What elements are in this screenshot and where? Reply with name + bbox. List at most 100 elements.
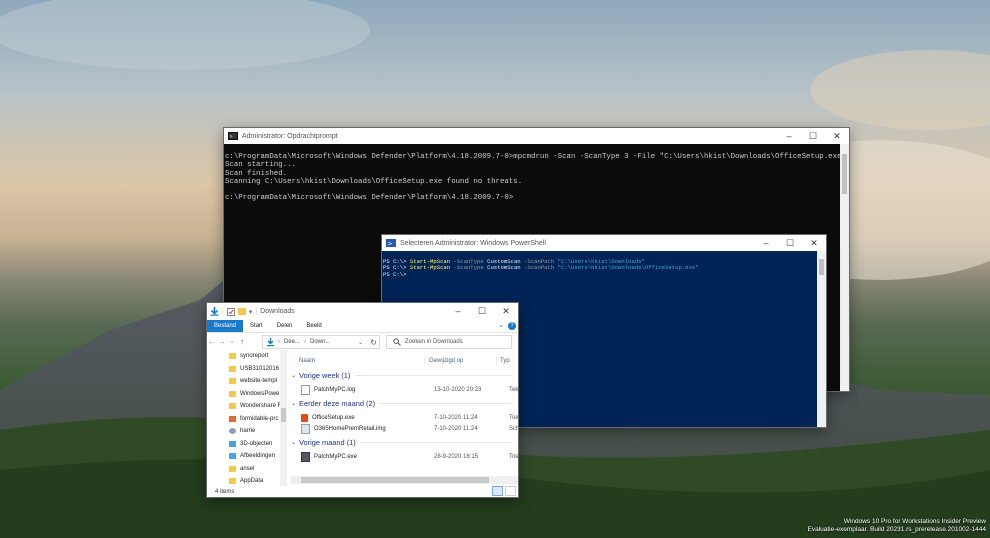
nav-item[interactable]: USB31012016: [207, 363, 287, 376]
file-row[interactable]: PatchMyPC.log 13-10-2020 20:23 Teks: [301, 384, 518, 395]
close-icon[interactable]: ✕: [802, 235, 826, 251]
svg-text:>: >: [388, 240, 393, 247]
properties-icon[interactable]: [226, 307, 235, 316]
nav-item[interactable]: WindowsPowe: [207, 388, 287, 401]
nav-item[interactable]: 3D-objecten: [207, 438, 287, 451]
breadcrumb-segment[interactable]: Down...: [310, 339, 330, 345]
refresh-icon[interactable]: ↻: [370, 338, 377, 347]
cmd-line: c:\ProgramData\Microsoft\Windows Defende…: [225, 194, 514, 203]
nav-item-label: harrie: [240, 428, 256, 435]
user-icon: [229, 428, 236, 435]
file-name: O365HomePremRetail.img: [314, 425, 386, 432]
up-icon[interactable]: ↑: [237, 337, 247, 346]
file-type: Toe: [509, 453, 518, 460]
cmd-scrollbar[interactable]: [840, 144, 849, 391]
column-type[interactable]: Typ: [496, 358, 510, 364]
ps-line: PS C:\>: [383, 270, 407, 278]
nav-item-label: synoreport: [240, 353, 269, 360]
navigation-pane[interactable]: synoreport USB31012016 website-templ Window…: [207, 350, 287, 486]
tab-beeld[interactable]: Beeld: [299, 320, 328, 332]
tab-start[interactable]: Start: [243, 320, 270, 332]
folder-icon: [229, 365, 236, 372]
back-icon[interactable]: ←: [207, 337, 217, 346]
nav-scrollbar[interactable]: [280, 350, 287, 486]
close-icon[interactable]: ✕: [825, 128, 849, 144]
tab-delen[interactable]: Delen: [270, 320, 300, 332]
nav-item[interactable]: ansel: [207, 463, 287, 476]
address-bar[interactable]: › Dee... › Down... ⌄ ↻: [262, 335, 380, 349]
forward-icon[interactable]: →: [217, 337, 227, 346]
nav-item[interactable]: Afbeeldingen: [207, 450, 287, 463]
nav-item[interactable]: AppData: [207, 475, 287, 486]
disc-image-icon: [301, 423, 310, 434]
pictures-icon: [229, 453, 236, 460]
powershell-icon: >: [386, 239, 396, 247]
large-icons-view-icon[interactable]: [505, 486, 516, 496]
office-icon: [301, 413, 308, 422]
file-list[interactable]: Naam Gewijzigd op Typ ⌄ Vorige week (1) Pa…: [291, 350, 518, 487]
file-type: Toe: [509, 414, 518, 421]
minimize-icon[interactable]: –: [777, 128, 801, 144]
column-modified[interactable]: Gewijzigd op: [424, 358, 463, 364]
breadcrumb-segment[interactable]: Dee...: [284, 339, 300, 345]
file-row[interactable]: OfficeSetup.exe 7-10-2020 11:24 Toe: [301, 412, 518, 423]
qa-dropdown-icon[interactable]: ▾: [249, 308, 253, 316]
nav-item[interactable]: Wondershare F: [207, 400, 287, 413]
nav-item-label: AppData: [240, 478, 264, 485]
nav-item[interactable]: synoreport: [207, 350, 287, 363]
file-explorer-window[interactable]: | ▾ | Downloads – ☐ ✕ Bestand Start Dele…: [207, 303, 518, 497]
group-divider: [355, 375, 511, 376]
help-icon[interactable]: ?: [508, 322, 516, 330]
group-header[interactable]: ⌄ Vorige maand (1): [291, 438, 511, 447]
download-arrow-icon[interactable]: [210, 307, 219, 316]
nav-item-label: Wondershare F: [240, 403, 282, 410]
horizontal-scrollbar[interactable]: [291, 476, 518, 484]
close-icon[interactable]: ✕: [494, 303, 518, 319]
nav-item[interactable]: formidable-prc: [207, 413, 287, 426]
cmd-icon: >: [228, 132, 238, 140]
maximize-icon[interactable]: ☐: [778, 235, 802, 251]
minimize-icon[interactable]: –: [446, 303, 470, 319]
nav-item-label: ansel: [240, 465, 255, 472]
ps-value: CustomScan: [487, 264, 521, 272]
folder-icon: [229, 378, 236, 385]
address-dropdown-icon[interactable]: ⌄: [358, 339, 363, 346]
cmd-titlebar[interactable]: > Administrator: Opdrachtprompt – ☐ ✕: [224, 128, 849, 144]
ps-string: "C:\Users\hkist\Downloads\OfficeSetup.ex…: [557, 264, 699, 272]
downloads-folder-icon: [267, 337, 274, 346]
windows-watermark: Windows 10 Pro for Workstations Insider …: [807, 518, 986, 534]
maximize-icon[interactable]: ☐: [470, 303, 494, 319]
column-name[interactable]: Naam: [299, 358, 315, 364]
nav-item[interactable]: harrie: [207, 425, 287, 438]
file-row[interactable]: PatchMyPC.exe 28-9-2020 16:15 Toe: [301, 451, 518, 462]
collapse-chevron-icon[interactable]: ⌄: [291, 439, 296, 446]
group-header[interactable]: ⌄ Vorige week (1): [291, 371, 511, 380]
nav-item-label: USB31012016: [240, 365, 280, 372]
expand-ribbon-icon[interactable]: ⌄: [498, 321, 504, 329]
ps-scrollbar[interactable]: [817, 251, 826, 427]
folder-icon: [229, 478, 236, 485]
search-input[interactable]: Zoeken in Downloads: [386, 335, 512, 349]
file-type: Teks: [509, 386, 518, 393]
recent-locations-icon[interactable]: ⌄: [227, 338, 237, 345]
explorer-title: Downloads: [260, 308, 295, 315]
group-header[interactable]: ⌄ Eerder deze maand (2): [291, 399, 511, 408]
file-name: PatchMyPC.exe: [314, 453, 358, 460]
nav-item[interactable]: website-templ: [207, 375, 287, 388]
file-date: 13-10-2020 20:23: [434, 386, 482, 393]
file-row[interactable]: O365HomePremRetail.img 7-10-2020 11:24 Sch…: [301, 423, 518, 434]
new-folder-icon[interactable]: [237, 308, 246, 315]
explorer-titlebar[interactable]: | ▾ | Downloads – ☐ ✕: [207, 303, 518, 320]
details-view-icon[interactable]: [492, 486, 503, 496]
group-label: Vorige maand (1): [299, 438, 356, 447]
cmd-line: Scan starting...: [225, 161, 296, 170]
tab-bestand[interactable]: Bestand: [207, 320, 244, 332]
minimize-icon[interactable]: –: [754, 235, 778, 251]
maximize-icon[interactable]: ☐: [801, 128, 825, 144]
ps-param: -ScanPath: [520, 264, 558, 272]
collapse-chevron-icon[interactable]: ⌄: [291, 400, 296, 407]
folder-icon: [229, 403, 236, 410]
nav-item-label: 3D-objecten: [240, 440, 273, 447]
collapse-chevron-icon[interactable]: ⌄: [291, 372, 296, 379]
ps-titlebar[interactable]: > Selecteren Administrator: Windows Powe…: [382, 235, 826, 251]
